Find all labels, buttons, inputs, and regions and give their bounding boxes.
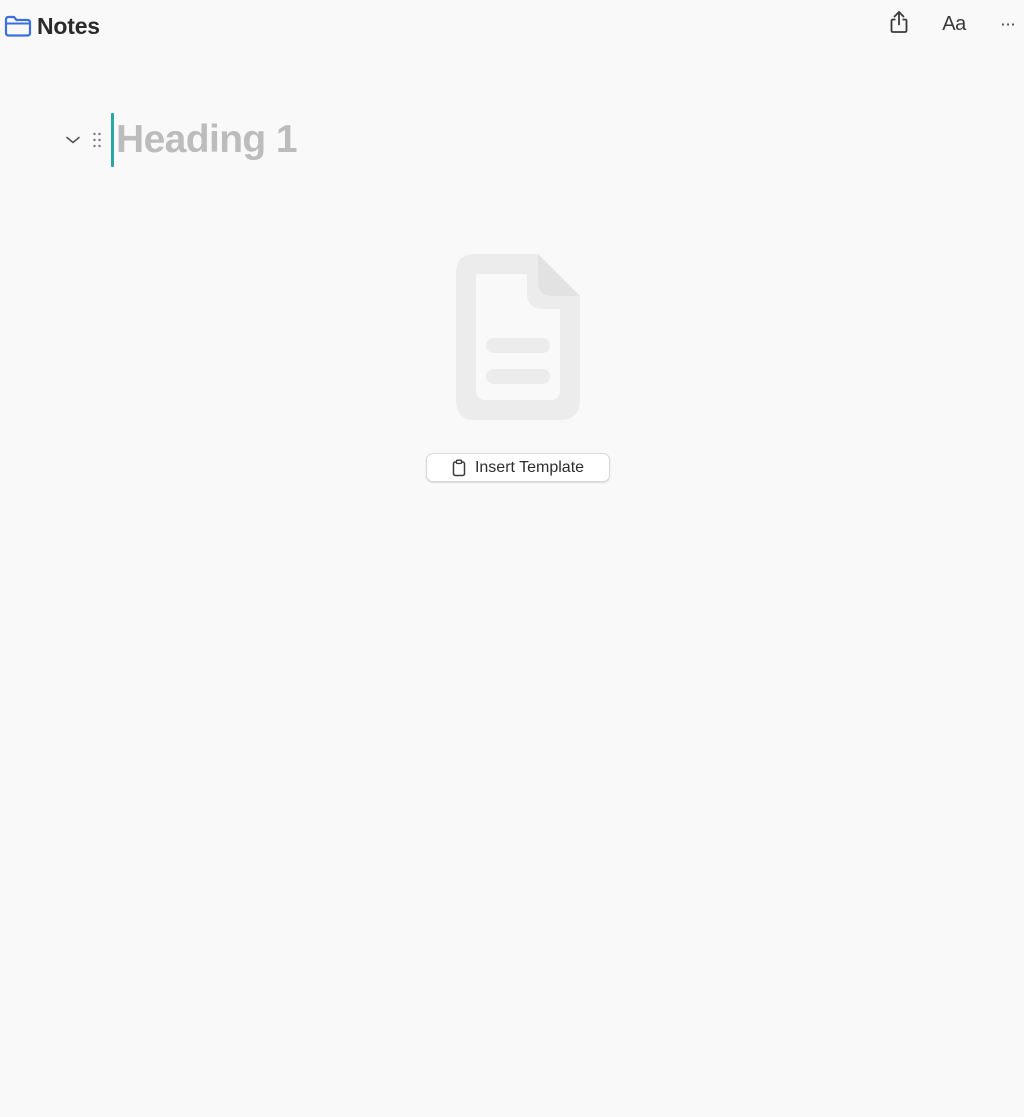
insert-template-label: Insert Template: [474, 458, 585, 476]
text-caret: [111, 113, 114, 167]
text-format-button[interactable]: Aa: [934, 6, 974, 42]
drag-handle[interactable]: [88, 127, 106, 153]
more-icon: ···: [1000, 14, 1016, 34]
heading-placeholder[interactable]: Heading 1: [116, 118, 298, 162]
chevron-down-icon: [66, 136, 80, 144]
share-icon: [888, 9, 910, 40]
folder-icon: [2, 13, 34, 39]
text-format-icon: Aa: [942, 12, 966, 35]
document-icon: [455, 253, 581, 421]
collapse-toggle[interactable]: [60, 127, 86, 153]
folder-breadcrumb[interactable]: Notes: [2, 11, 100, 41]
drag-handle-icon: [93, 132, 101, 148]
folder-name: Notes: [37, 12, 100, 39]
insert-template-button[interactable]: Insert Template: [426, 453, 610, 482]
more-options-button[interactable]: ···: [992, 6, 1024, 42]
heading-block[interactable]: Heading 1: [60, 112, 298, 168]
clipboard-icon: [452, 459, 466, 477]
top-bar: Notes Aa ···: [0, 0, 1024, 56]
share-button[interactable]: [884, 6, 914, 42]
